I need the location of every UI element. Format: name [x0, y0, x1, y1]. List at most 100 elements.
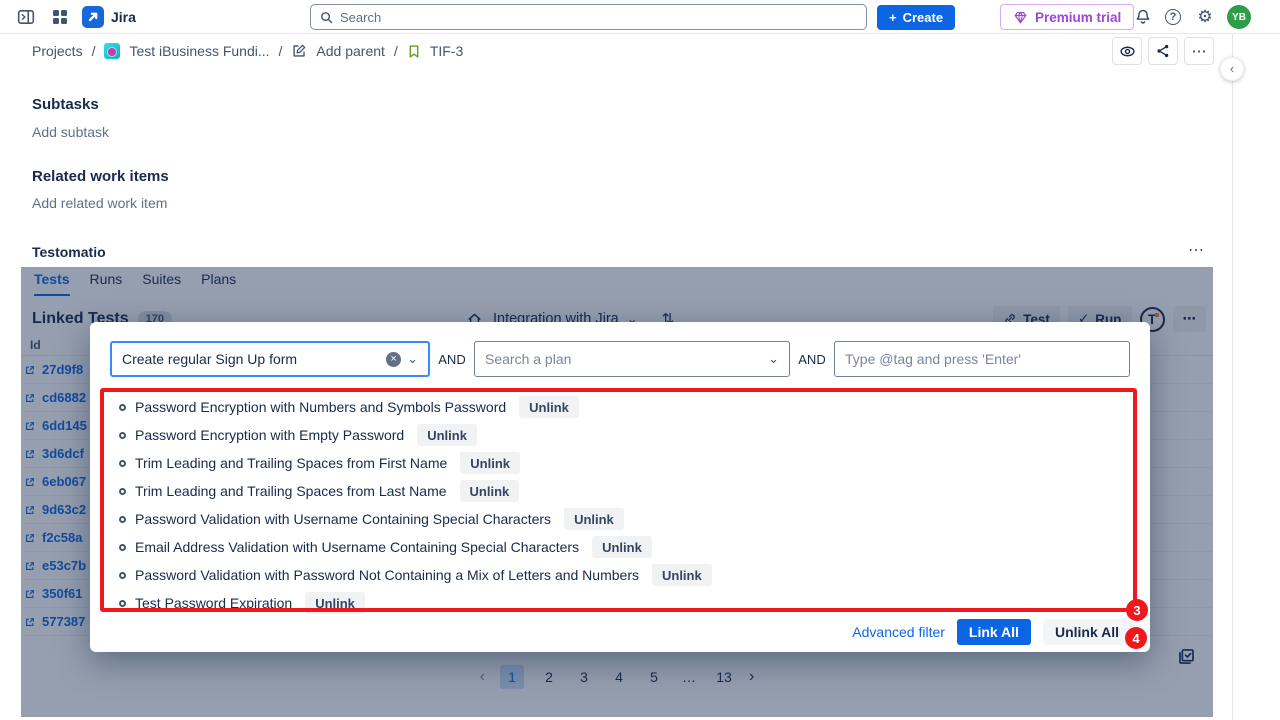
unlink-button[interactable]: Unlink: [417, 424, 477, 446]
bell-icon: [1134, 8, 1152, 26]
ellipsis-icon: ⋯: [1188, 242, 1205, 259]
plan-search-input[interactable]: [485, 351, 762, 367]
project-avatar-icon: [104, 43, 120, 59]
share-icon: [1155, 43, 1171, 59]
app-name: Jira: [111, 9, 136, 25]
subtasks-heading: Subtasks: [32, 96, 99, 113]
ellipsis-icon: ⋯: [1192, 42, 1207, 60]
bullet-icon: [119, 600, 126, 607]
bullet-icon: [119, 404, 126, 411]
premium-trial-button[interactable]: Premium trial: [1000, 4, 1134, 30]
clear-icon[interactable]: ×: [386, 352, 401, 367]
link-tests-modal: × ⌄ AND ⌄ AND Password Encryption with N…: [90, 322, 1150, 652]
tag-input-box[interactable]: [834, 341, 1130, 377]
add-related-item-button[interactable]: Add related work item: [32, 195, 167, 211]
create-button[interactable]: + Create: [877, 5, 955, 30]
link-all-button[interactable]: Link All: [957, 619, 1031, 645]
edit-icon: [291, 43, 307, 59]
advanced-filter-link[interactable]: Advanced filter: [852, 624, 945, 640]
search-icon: [319, 10, 334, 25]
diamond-icon: [1013, 10, 1028, 25]
linked-test-name: Test Password Expiration: [135, 595, 292, 611]
linked-test-name: Trim Leading and Trailing Spaces from Fi…: [135, 455, 447, 471]
collapse-panel-button[interactable]: ‹: [1220, 57, 1244, 81]
top-navbar: Jira + Create Premium trial ? ⚙ YB: [0, 0, 1280, 34]
bookmark-icon: [407, 44, 421, 59]
linked-test-item: Password Encryption with Empty Password U…: [119, 421, 1130, 449]
breadcrumb-row: Projects / Test iBusiness Fundi... / Add…: [0, 34, 1280, 68]
breadcrumb-project[interactable]: Test iBusiness Fundi...: [129, 43, 269, 59]
user-avatar[interactable]: YB: [1227, 5, 1251, 29]
help-button[interactable]: ?: [1165, 9, 1181, 25]
unlink-button[interactable]: Unlink: [305, 592, 365, 614]
share-button[interactable]: [1148, 37, 1178, 65]
question-icon: ?: [1170, 11, 1177, 23]
linked-test-item: Test Password Expiration Unlink: [119, 589, 1130, 617]
and-label: AND: [436, 352, 468, 367]
jira-logo-icon: [82, 6, 104, 28]
breadcrumb-separator: /: [279, 43, 283, 59]
unlink-button[interactable]: Unlink: [460, 452, 520, 474]
modal-filter-row: × ⌄ AND ⌄ AND: [110, 341, 1130, 377]
linked-test-name: Email Address Validation with Username C…: [135, 539, 579, 555]
eye-icon: [1119, 43, 1136, 60]
bullet-icon: [119, 432, 126, 439]
bullet-icon: [119, 488, 126, 495]
linked-test-item: Password Encryption with Numbers and Sym…: [119, 393, 1130, 421]
linked-test-item: Email Address Validation with Username C…: [119, 533, 1130, 561]
linked-test-item: Trim Leading and Trailing Spaces from La…: [119, 477, 1130, 505]
linked-test-item: Password Validation with Password Not Co…: [119, 561, 1130, 589]
linked-test-item: Password Validation with Username Contai…: [119, 505, 1130, 533]
breadcrumb-separator: /: [394, 43, 398, 59]
add-parent-button[interactable]: Add parent: [316, 43, 385, 59]
jira-app: Jira + Create Premium trial ? ⚙ YB Proje…: [0, 0, 1280, 720]
unlink-button[interactable]: Unlink: [564, 508, 624, 530]
linked-test-name: Password Validation with Password Not Co…: [135, 567, 639, 583]
unlink-button[interactable]: Unlink: [652, 564, 712, 586]
more-actions-button[interactable]: ⋯: [1184, 37, 1214, 65]
breadcrumb-separator: /: [92, 43, 96, 59]
jira-logo[interactable]: Jira: [82, 6, 136, 28]
testomatio-heading: Testomatio: [32, 244, 106, 260]
add-subtask-button[interactable]: Add subtask: [32, 124, 109, 140]
modal-test-list: Password Encryption with Numbers and Sym…: [119, 393, 1130, 617]
sidebar-toggle-icon: [17, 8, 35, 26]
bullet-icon: [119, 572, 126, 579]
unlink-button[interactable]: Unlink: [592, 536, 652, 558]
unlink-button[interactable]: Unlink: [460, 480, 520, 502]
linked-test-name: Password Validation with Username Contai…: [135, 511, 551, 527]
unlink-button[interactable]: Unlink: [519, 396, 579, 418]
right-panel-divider: [1232, 34, 1233, 720]
breadcrumb-projects[interactable]: Projects: [32, 43, 83, 59]
linked-test-name: Password Encryption with Numbers and Sym…: [135, 399, 506, 415]
global-search[interactable]: [310, 4, 867, 30]
annotation-step-4-badge: 4: [1125, 627, 1147, 649]
bullet-icon: [119, 544, 126, 551]
chevron-down-icon[interactable]: ⌄: [407, 355, 418, 363]
plan-search-combobox[interactable]: ⌄: [474, 341, 790, 377]
settings-button[interactable]: ⚙: [1195, 7, 1215, 27]
breadcrumb: Projects / Test iBusiness Fundi... / Add…: [32, 34, 463, 68]
notifications-button[interactable]: [1133, 7, 1153, 27]
chevron-down-icon[interactable]: ⌄: [768, 355, 779, 363]
test-search-combobox[interactable]: × ⌄: [110, 341, 430, 377]
gear-icon: ⚙: [1197, 7, 1212, 27]
linked-test-name: Trim Leading and Trailing Spaces from La…: [135, 483, 447, 499]
bullet-icon: [119, 516, 126, 523]
watch-button[interactable]: [1112, 37, 1142, 65]
bullet-icon: [119, 460, 126, 467]
issue-key[interactable]: TIF-3: [430, 43, 463, 59]
app-switcher-button[interactable]: [48, 5, 72, 29]
search-input[interactable]: [340, 10, 858, 25]
unlink-all-button[interactable]: Unlink All: [1043, 619, 1131, 645]
plus-icon: +: [889, 10, 897, 25]
testomatio-more-button[interactable]: ⋯: [1188, 240, 1205, 260]
annotation-step-3-badge: 3: [1126, 599, 1148, 621]
tag-input[interactable]: [845, 351, 1119, 367]
sidebar-toggle-button[interactable]: [14, 5, 38, 29]
app-grid-icon: [53, 10, 67, 24]
linked-test-name: Password Encryption with Empty Password: [135, 427, 404, 443]
test-search-input[interactable]: [122, 351, 380, 367]
linked-test-item: Trim Leading and Trailing Spaces from Fi…: [119, 449, 1130, 477]
chevron-left-icon: ‹: [1230, 61, 1234, 76]
